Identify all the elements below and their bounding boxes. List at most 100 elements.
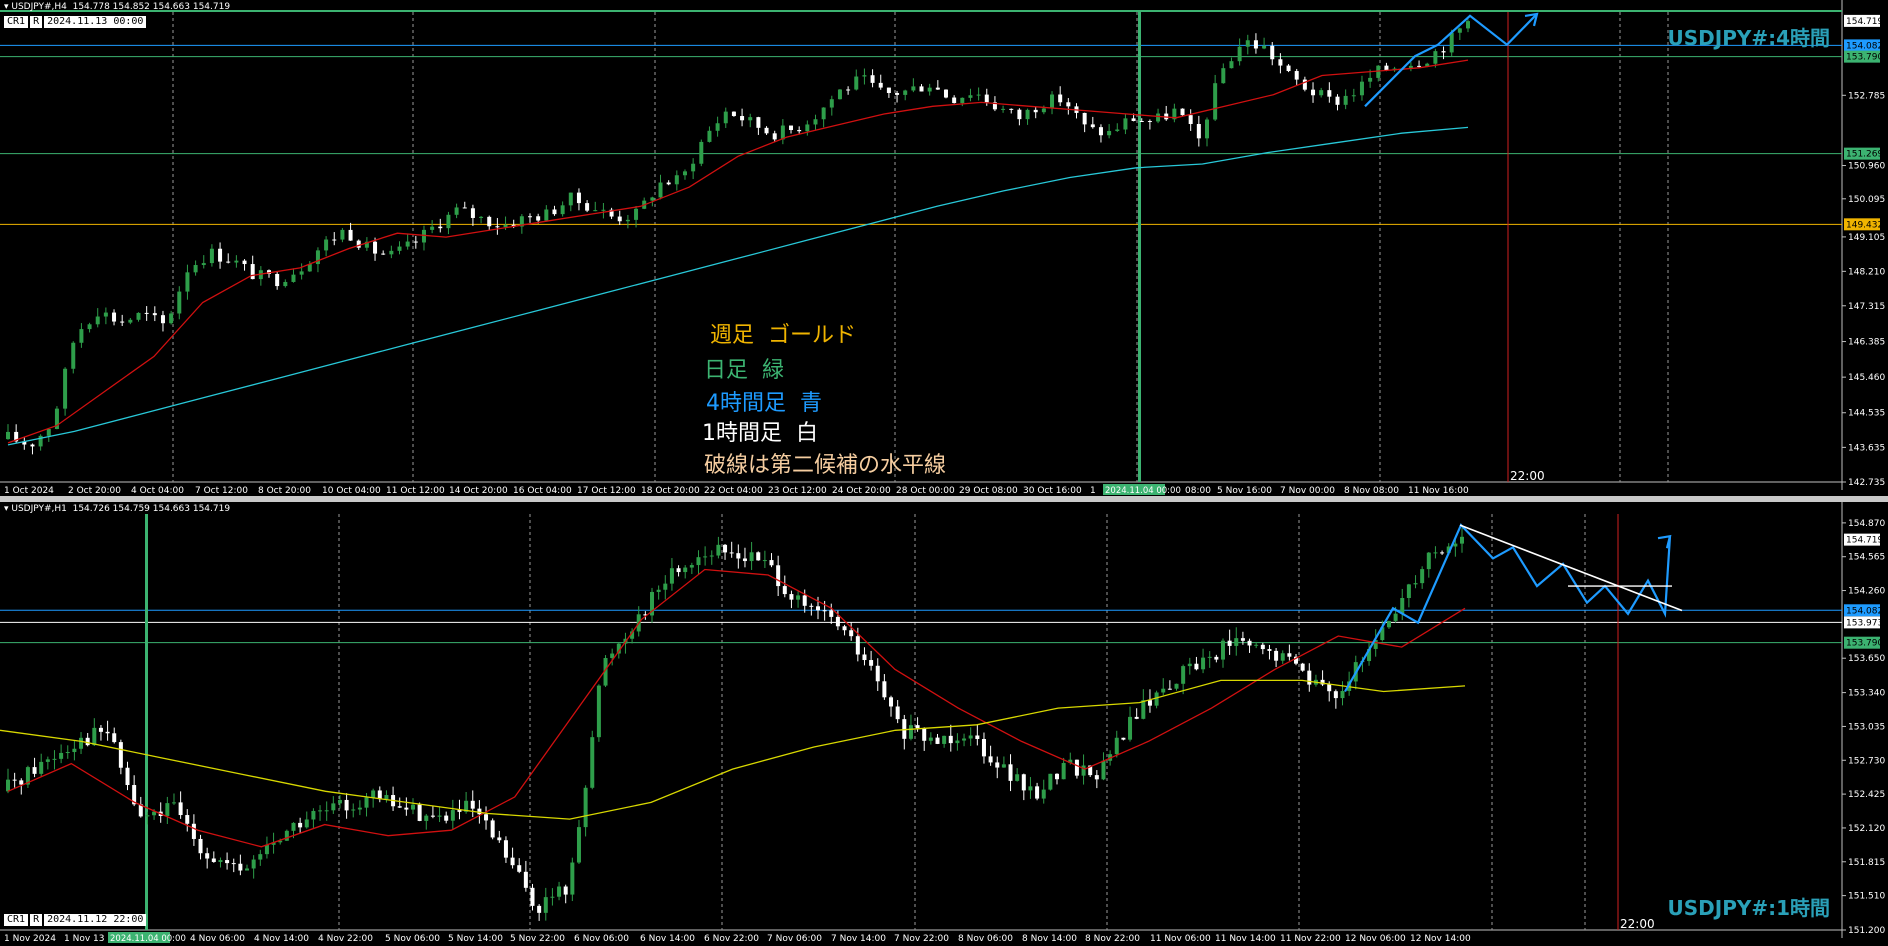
bear-candle: [225, 860, 230, 864]
bull-candle: [683, 567, 688, 573]
bull-candle: [829, 99, 834, 108]
bear-candle: [250, 264, 255, 280]
price-tick-label: 152.730: [1848, 756, 1885, 766]
bear-candle: [935, 737, 940, 744]
bull-candle: [674, 175, 679, 185]
bear-candle: [417, 804, 422, 821]
bull-candle: [351, 809, 356, 811]
bull-candle: [324, 239, 329, 251]
bear-candle: [1147, 700, 1152, 706]
bull-candle: [1025, 109, 1030, 120]
bull-candle: [696, 557, 701, 566]
chart-panel-h4[interactable]: 152.785 150.960 150.095 149.105 148.210 147.3…: [0, 0, 1888, 496]
bear-candle: [226, 261, 231, 263]
bull-candle: [1128, 716, 1133, 740]
time-axis-label: 4 Nov 06:00: [190, 934, 245, 944]
bull-candle: [903, 90, 908, 95]
bull-candle: [1107, 130, 1112, 136]
price-tick-label: 149.105: [1848, 233, 1885, 243]
bull-candle: [185, 272, 190, 292]
bull-candle: [1041, 108, 1046, 113]
price-tick-label: 143.635: [1848, 443, 1885, 453]
bear-candle: [1194, 663, 1199, 670]
bull-candle: [862, 75, 867, 77]
bull-candle: [1141, 700, 1146, 719]
h1-cr-badge[interactable]: CR1: [4, 914, 29, 926]
bear-candle: [729, 552, 734, 554]
bear-candle: [988, 756, 993, 763]
bear-candle: [576, 192, 581, 204]
bull-candle: [1426, 552, 1431, 570]
bear-candle: [105, 731, 110, 734]
bear-candle: [430, 815, 435, 817]
h4-chart-canvas[interactable]: 152.785 150.960 150.095 149.105 148.210 147.3…: [0, 0, 1888, 496]
bull-candle: [503, 224, 508, 228]
bull-candle: [1174, 683, 1179, 689]
bear-candle: [875, 665, 880, 682]
bear-candle: [935, 87, 940, 90]
bear-candle: [943, 89, 948, 98]
price-tag-label: 154.719: [1846, 17, 1883, 27]
bull-candle: [821, 107, 826, 120]
bull-candle: [960, 97, 965, 104]
bull-candle: [703, 556, 708, 558]
bull-candle: [145, 815, 150, 817]
bear-candle: [563, 886, 568, 895]
bull-candle: [955, 740, 960, 744]
bull-candle: [171, 802, 176, 804]
h1-timeframe-label: USDJPY#:1時間: [1667, 896, 1831, 920]
bull-candle: [193, 265, 198, 273]
bull-candle: [291, 822, 296, 831]
bear-candle: [238, 863, 243, 871]
bull-candle: [479, 216, 484, 218]
bull-candle: [1319, 90, 1324, 96]
bear-candle: [1008, 764, 1013, 781]
bull-candle: [6, 779, 10, 792]
bear-candle: [1440, 552, 1445, 554]
time-axis-label: 11 Nov 16:00: [1408, 486, 1469, 496]
bull-candle: [576, 827, 581, 863]
time-axis-label: 11 Oct 12:00: [386, 486, 445, 496]
bull-candle: [1181, 666, 1186, 684]
bull-candle: [218, 860, 223, 862]
bull-candle: [136, 312, 141, 320]
bear-candle: [332, 239, 337, 241]
bear-candle: [1311, 89, 1316, 96]
bear-candle: [1227, 640, 1232, 646]
bear-candle: [1188, 115, 1193, 125]
h1-r-badge[interactable]: R: [30, 914, 43, 926]
bull-candle: [1406, 584, 1411, 598]
bear-candle: [835, 616, 840, 627]
legend-1h: 1時間足 白: [702, 421, 818, 446]
bear-candle: [1417, 65, 1422, 67]
legend-dashed: 破線は第二候補の水平線: [704, 453, 947, 478]
legend-daily: 日足 緑: [704, 358, 784, 383]
time-axis-label: 11 Nov 22:00: [1280, 934, 1341, 944]
bull-candle: [1413, 583, 1418, 585]
h4-r-badge[interactable]: R: [30, 16, 43, 28]
price-tick-label: 146.385: [1848, 338, 1885, 348]
bull-candle: [748, 117, 753, 121]
h1-chart-canvas[interactable]: 154.870 154.565 154.260 153.650 153.340 153.0…: [0, 502, 1888, 946]
h4-cr-badge[interactable]: CR1: [4, 16, 29, 28]
bear-candle: [510, 857, 515, 866]
bull-candle: [79, 329, 84, 343]
bull-candle: [1457, 28, 1462, 33]
bull-candle: [92, 727, 97, 746]
time-axis-label: 29 Oct 08:00: [959, 486, 1018, 496]
bull-candle: [1453, 543, 1458, 547]
bull-candle: [1156, 113, 1161, 122]
bull-candle: [928, 737, 933, 741]
price-tick-label: 144.535: [1848, 409, 1885, 419]
bear-candle: [356, 240, 361, 248]
h4-header: ▾ USDJPY#,H4 154.778 154.852 154.663 154…: [4, 2, 231, 12]
bear-candle: [870, 75, 875, 83]
bull-candle: [1048, 773, 1053, 790]
chart-panel-h1[interactable]: 154.870 154.565 154.260 153.650 153.340 153.0…: [0, 502, 1888, 946]
bull-candle: [1050, 94, 1055, 109]
bull-candle: [340, 229, 345, 240]
time-axis-label: 5 Nov 16:00: [1217, 486, 1272, 496]
bear-candle: [869, 660, 874, 666]
bull-candle: [430, 226, 435, 230]
forecast-arrow-head: [1657, 534, 1672, 549]
